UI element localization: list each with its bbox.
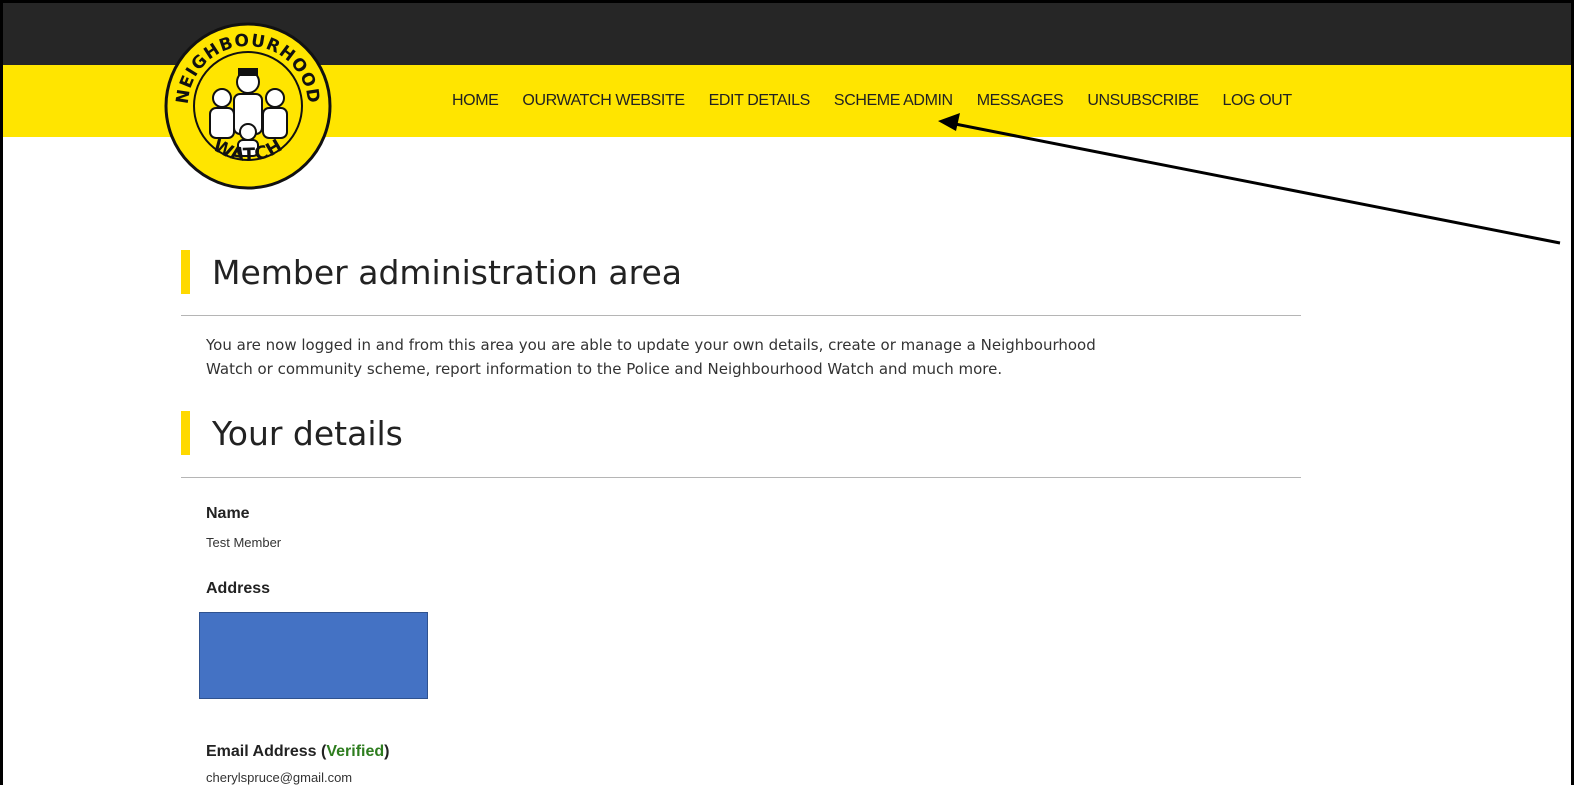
nav-edit-details[interactable]: EDIT DETAILS <box>709 92 811 110</box>
nav-home[interactable]: HOME <box>452 92 499 110</box>
page-title: Member administration area <box>181 250 1301 294</box>
divider <box>181 315 1301 316</box>
name-value: Test Member <box>206 535 282 550</box>
intro-text: You are now logged in and from this area… <box>206 333 1296 381</box>
intro-line-1: You are now logged in and from this area… <box>206 336 1096 354</box>
admin-heading-block: Member administration area <box>181 250 1301 294</box>
section-title: Your details <box>181 411 1301 455</box>
email-label: Email Address (Verified) <box>206 743 390 760</box>
intro-line-2: Watch or community scheme, report inform… <box>206 360 1003 378</box>
neighbourhood-watch-logo[interactable]: NEIGHBOURHOOD WATCH <box>162 20 334 192</box>
verified-badge: Verified <box>326 743 385 760</box>
redacted-address <box>199 612 428 699</box>
nav-scheme-admin[interactable]: SCHEME ADMIN <box>834 92 953 110</box>
main-nav: HOME OURWATCH WEBSITE EDIT DETAILS SCHEM… <box>452 65 1316 137</box>
address-label: Address <box>206 580 271 597</box>
name-label: Name <box>206 505 250 522</box>
email-label-text: Email Address <box>206 743 317 760</box>
nav-unsubscribe[interactable]: UNSUBSCRIBE <box>1087 92 1199 110</box>
nav-messages[interactable]: MESSAGES <box>977 92 1064 110</box>
nav-ourwatch-website[interactable]: OURWATCH WEBSITE <box>522 92 685 110</box>
divider <box>181 477 1301 478</box>
page-frame: NEIGHBOURHOOD WATCH HOME OURWATCH WEBSIT… <box>0 0 1574 785</box>
nav-log-out[interactable]: LOG OUT <box>1223 92 1293 110</box>
details-heading-block: Your details <box>181 411 1301 455</box>
email-value: cherylspruce@gmail.com <box>206 770 353 785</box>
